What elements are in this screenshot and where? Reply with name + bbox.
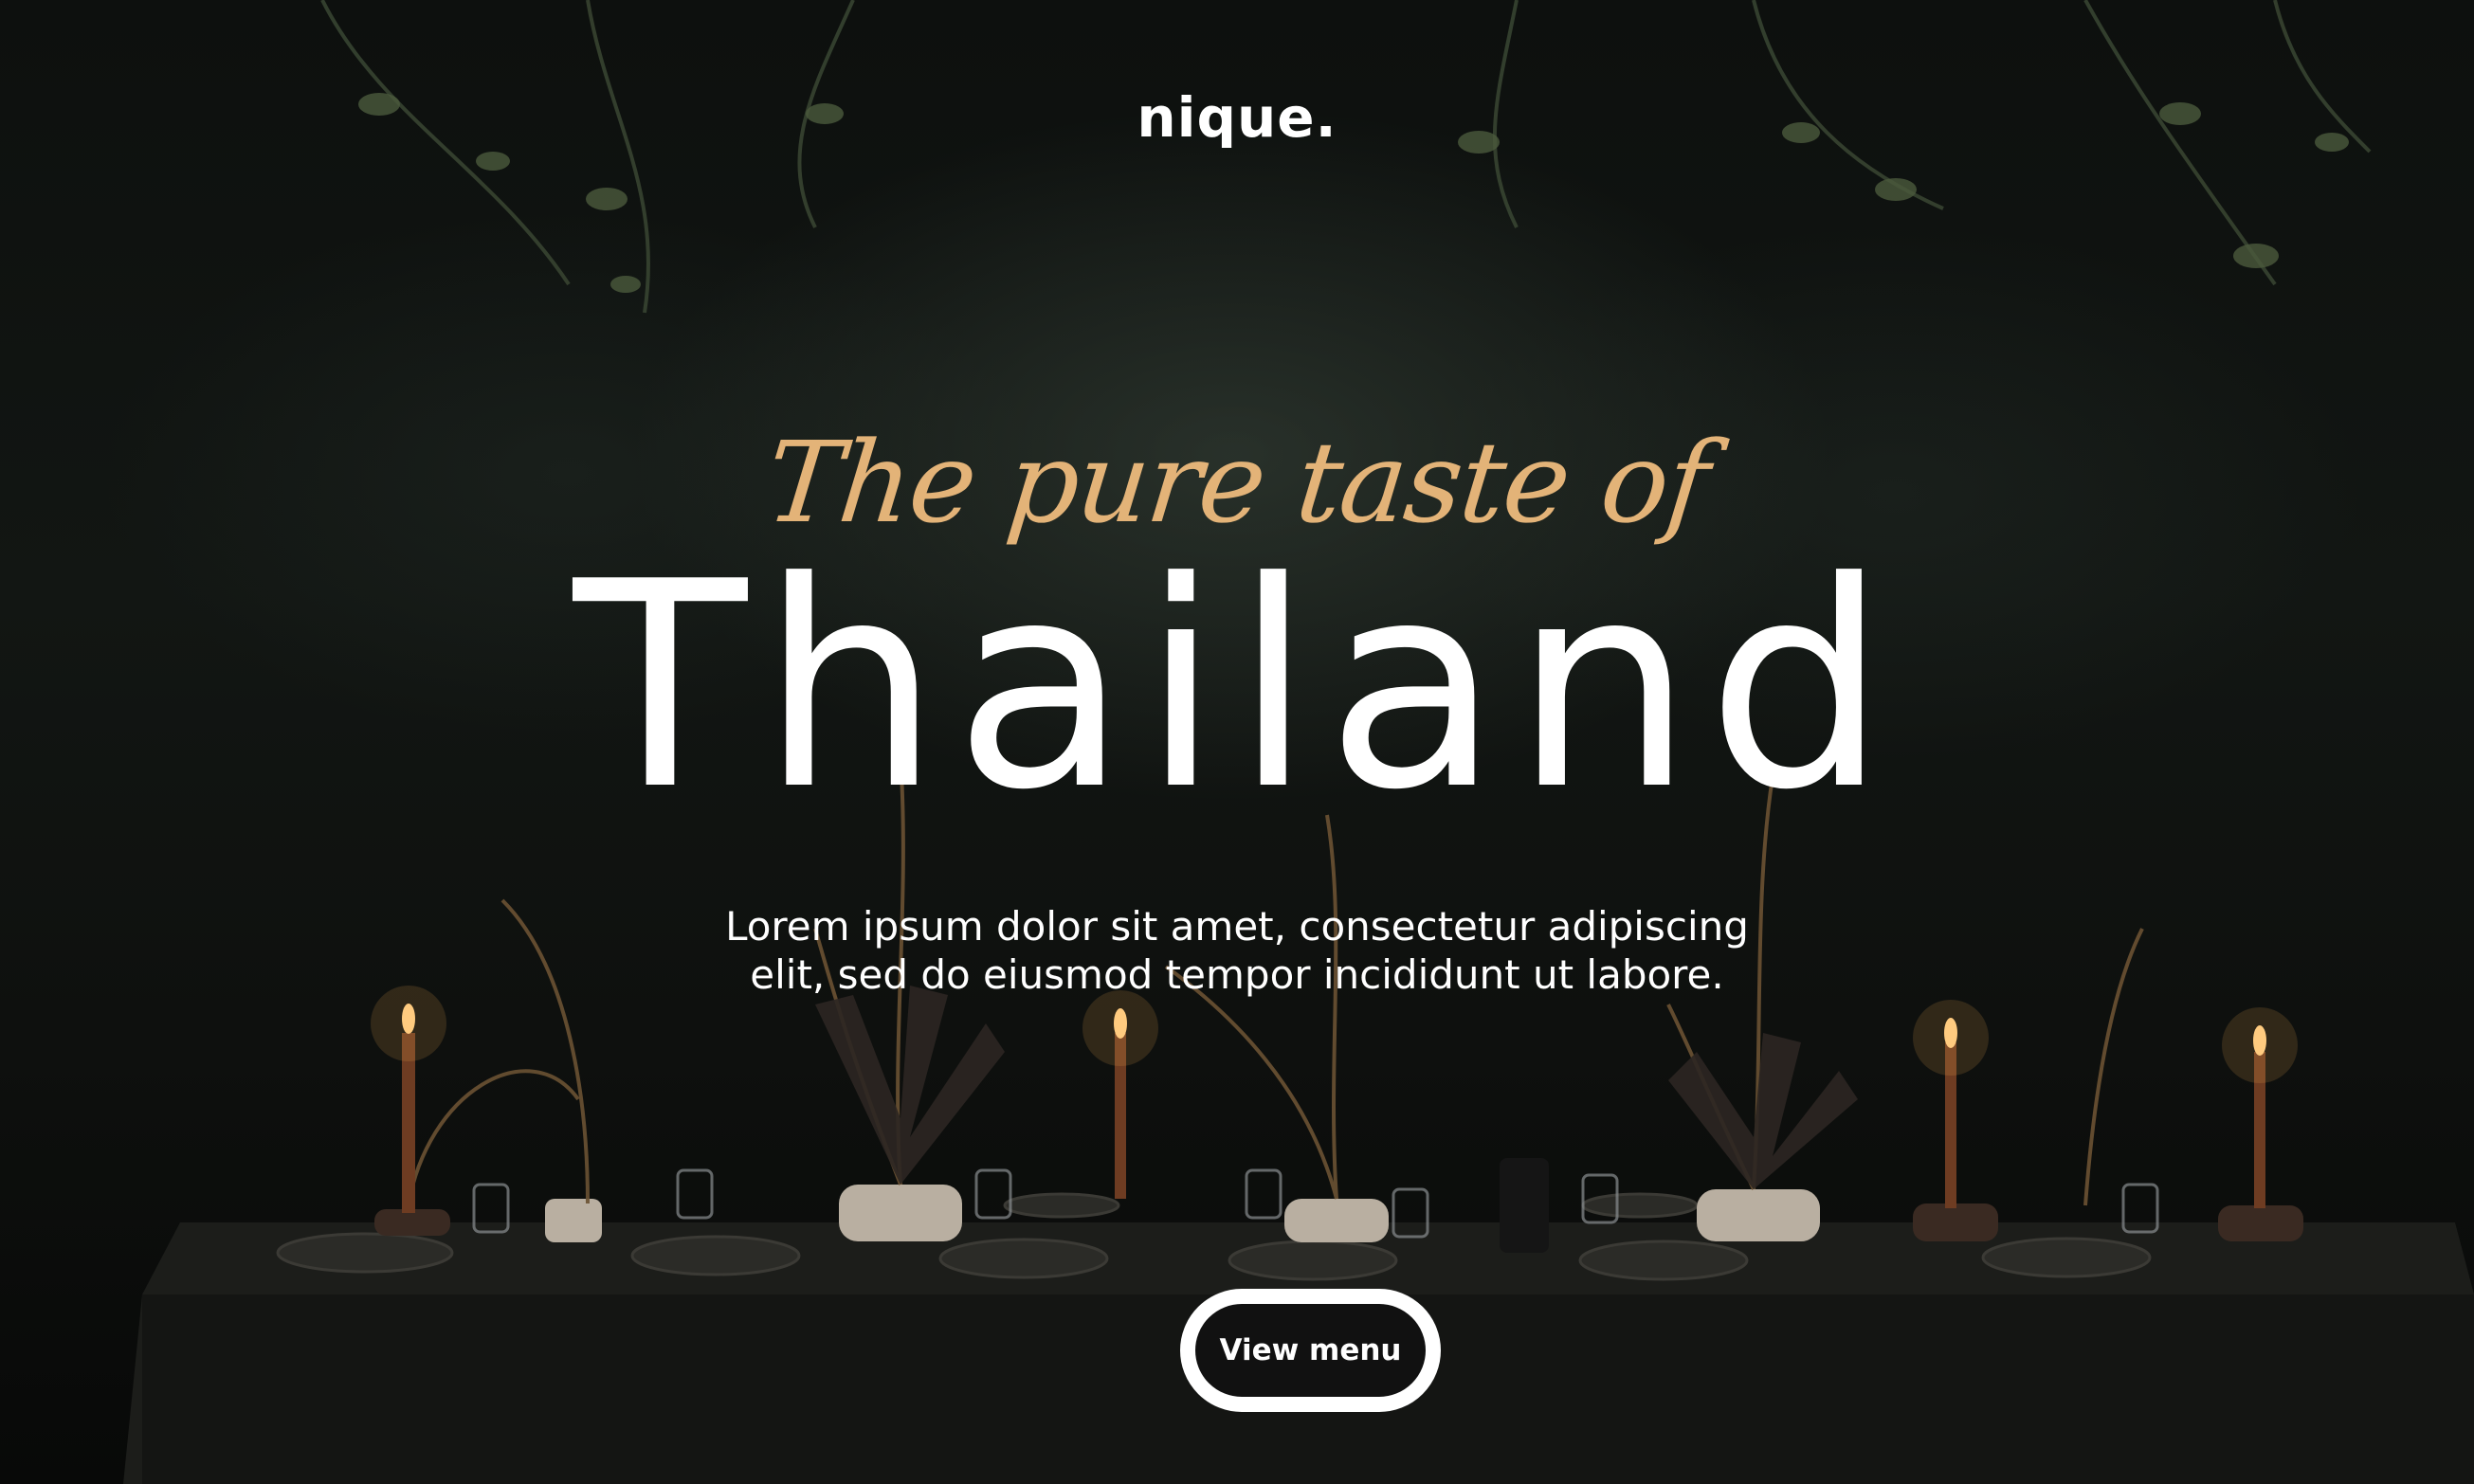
foliage-decoration bbox=[320, 0, 2372, 314]
hero-description: Lorem ipsum dolor sit amet, consectetur … bbox=[668, 902, 1806, 999]
hero-section: nique. The pure taste of Thailand Lorem … bbox=[0, 0, 2474, 1484]
brand-logo[interactable]: nique. bbox=[0, 85, 2474, 150]
hero-description-line-1: Lorem ipsum dolor sit amet, consectetur … bbox=[725, 903, 1749, 950]
hero-description-line-2: elit, sed do eiusmod tempor incididunt u… bbox=[750, 951, 1724, 998]
hero-headline: Thailand bbox=[573, 521, 1901, 852]
view-menu-button-label: View menu bbox=[1219, 1333, 1402, 1367]
view-menu-button[interactable]: View menu bbox=[1180, 1289, 1441, 1412]
